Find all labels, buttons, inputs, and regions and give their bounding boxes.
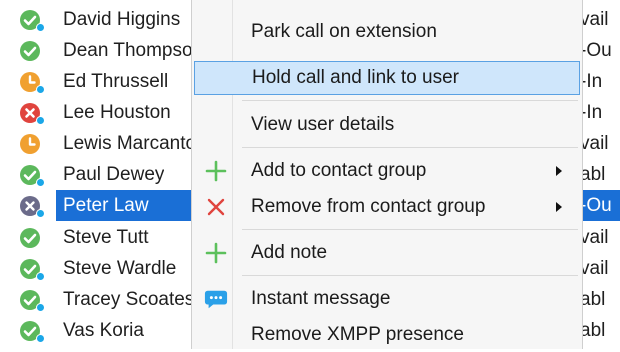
contact-name: Paul Dewey xyxy=(63,163,165,185)
plus-icon xyxy=(204,159,228,183)
menu-separator xyxy=(242,100,578,101)
submenu-arrow-icon xyxy=(556,202,562,212)
menu-item-label: Hold call and link to user xyxy=(252,67,459,88)
presence-dot-icon xyxy=(36,116,45,125)
context-menu: Park call on extension Hold call and lin… xyxy=(191,0,583,349)
contact-row-tracey-scoates[interactable]: Tracey Scoates xyxy=(0,284,198,315)
menu-item-add-note[interactable]: Add note xyxy=(194,236,580,270)
presence-dot-icon xyxy=(36,85,45,94)
menu-item-label: Remove from contact group xyxy=(251,196,486,217)
menu-item-label: Instant message xyxy=(251,288,391,309)
menu-item-add-to-contact-group[interactable]: Add to contact group xyxy=(194,154,580,188)
status-text: -In xyxy=(580,70,603,92)
presence-dot-icon xyxy=(36,209,45,218)
contact-name: Steve Wardle xyxy=(63,257,177,279)
presence-dot-icon xyxy=(36,178,45,187)
contact-row-lewis-marcantonio[interactable]: Lewis Marcantonio xyxy=(0,128,198,159)
status-text: vail xyxy=(580,257,609,279)
status-text-column: vail -Ou -In -In vail abl -Ou vail vail … xyxy=(580,0,620,349)
menu-separator xyxy=(242,275,578,276)
contact-row-dean-thompson[interactable]: Dean Thompson xyxy=(0,35,198,66)
contact-name: David Higgins xyxy=(63,8,181,30)
contact-name: Lee Houston xyxy=(63,101,171,123)
status-text: vail xyxy=(580,8,609,30)
contact-list[interactable]: David Higgins Dean Thompson Ed Thrussell… xyxy=(0,0,198,349)
menu-item-remove-from-contact-group[interactable]: Remove from contact group xyxy=(194,190,580,224)
contact-row-ed-thrussell[interactable]: Ed Thrussell xyxy=(0,66,198,97)
status-text: abl xyxy=(580,288,606,310)
contact-row-david-higgins[interactable]: David Higgins xyxy=(0,4,198,35)
status-text: vail xyxy=(580,226,609,248)
status-text: abl xyxy=(580,163,606,185)
contact-name: Tracey Scoates xyxy=(63,288,195,310)
chat-bubble-icon xyxy=(204,287,228,311)
contact-row-steve-wardle[interactable]: Steve Wardle xyxy=(0,253,198,284)
status-text: -In xyxy=(580,101,603,123)
contact-row-paul-dewey[interactable]: Paul Dewey xyxy=(0,159,198,190)
available-status-icon xyxy=(20,40,40,61)
submenu-arrow-icon xyxy=(556,166,562,176)
close-icon xyxy=(204,195,228,219)
status-text: -Ou xyxy=(580,39,612,61)
menu-item-park-call[interactable]: Park call on extension xyxy=(194,15,580,49)
contact-row-vas-koria[interactable]: Vas Koria xyxy=(0,315,198,346)
contact-name: Vas Koria xyxy=(63,319,144,341)
presence-dot-icon xyxy=(36,23,45,32)
contact-row-lee-houston[interactable]: Lee Houston xyxy=(0,97,198,128)
contact-name: Peter Law xyxy=(63,194,149,216)
plus-icon xyxy=(204,241,228,265)
available-status-icon xyxy=(20,227,40,248)
contact-name: Dean Thompson xyxy=(63,39,198,61)
menu-separator xyxy=(242,147,578,148)
contact-row-steve-tutt[interactable]: Steve Tutt xyxy=(0,222,198,253)
status-text: -Ou xyxy=(580,190,620,221)
contact-name: Ed Thrussell xyxy=(63,70,169,92)
contact-name: Lewis Marcantonio xyxy=(63,132,198,154)
menu-item-label: View user details xyxy=(251,114,395,135)
contact-name: Steve Tutt xyxy=(63,226,149,248)
menu-item-label: Remove XMPP presence xyxy=(251,324,464,345)
contact-row-peter-law[interactable]: Peter Law xyxy=(0,190,198,221)
status-text: abl xyxy=(580,319,606,341)
menu-item-hold-call[interactable]: Hold call and link to user xyxy=(194,61,580,95)
menu-separator xyxy=(242,229,578,230)
presence-dot-icon xyxy=(36,303,45,312)
menu-item-remove-xmpp-presence[interactable]: Remove XMPP presence xyxy=(194,318,580,352)
menu-item-label: Add note xyxy=(251,242,328,263)
status-text: vail xyxy=(580,132,609,154)
away-clock-icon xyxy=(20,133,40,154)
presence-dot-icon xyxy=(36,272,45,281)
menu-item-label: Add to contact group xyxy=(251,160,427,181)
menu-item-instant-message[interactable]: Instant message xyxy=(194,282,580,316)
menu-item-view-user-details[interactable]: View user details xyxy=(194,108,580,142)
menu-item-label: Park call on extension xyxy=(251,21,437,42)
presence-dot-icon xyxy=(36,334,45,343)
